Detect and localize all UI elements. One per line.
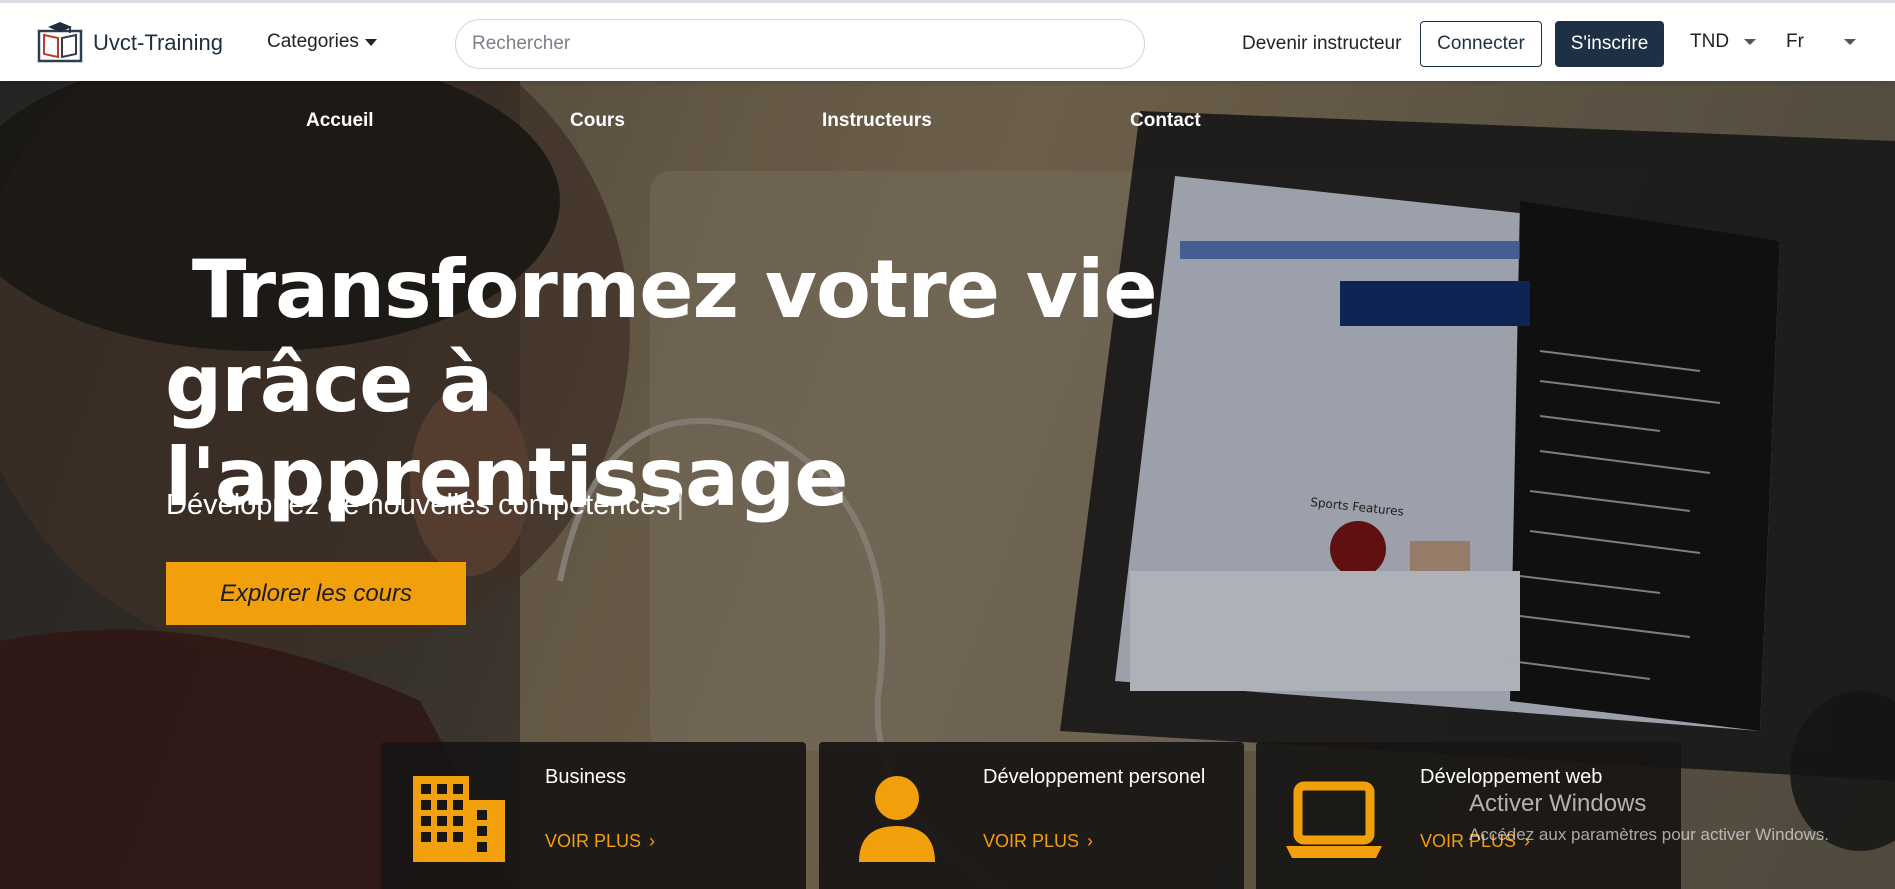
card-more-link[interactable]: VOIR PLUS › xyxy=(983,831,1093,852)
logo-icon xyxy=(37,22,83,63)
caret-down-icon xyxy=(364,38,377,46)
become-instructor-link[interactable]: Devenir instructeur xyxy=(1242,33,1401,55)
explore-courses-button[interactable]: Explorer les cours xyxy=(166,562,466,625)
person-icon xyxy=(859,776,935,862)
hero-subline: Développez de nouvelles compétences | xyxy=(166,489,684,522)
categories-dropdown[interactable]: Categories xyxy=(267,31,377,53)
currency-value: TND xyxy=(1690,31,1730,52)
nav-link-contact[interactable]: Contact xyxy=(1130,110,1201,132)
laptop-icon xyxy=(1286,781,1382,858)
currency-select[interactable]: TND xyxy=(1690,31,1757,53)
category-card-personal-development[interactable]: Développement personel VOIR PLUS › xyxy=(819,742,1244,889)
card-title: Business xyxy=(545,766,627,788)
categories-label: Categories xyxy=(267,31,359,52)
brand-logo[interactable]: Uvct-Training xyxy=(36,21,223,65)
building-icon xyxy=(413,776,505,862)
chevron-down-icon xyxy=(1843,39,1856,45)
chevron-right-icon: › xyxy=(649,831,656,851)
chevron-right-icon: › xyxy=(1087,831,1094,851)
card-link-label: VOIR PLUS xyxy=(983,831,1080,851)
card-more-link[interactable]: VOIR PLUS › xyxy=(545,831,655,852)
category-card-business[interactable]: Business VOIR PLUS › xyxy=(381,742,806,889)
card-title: Développement web xyxy=(1420,766,1603,788)
search-input[interactable] xyxy=(455,19,1145,69)
hero-headline: Transformez votre vie grâce à l'apprenti… xyxy=(165,243,1158,525)
activation-watermark-subtitle: Accédez aux paramètres pour activer Wind… xyxy=(1469,825,1829,844)
top-navbar: Uvct-Training Categories Devenir instruc… xyxy=(0,0,1895,81)
hero-subline-text: Développez de nouvelles compétences xyxy=(166,489,671,521)
hero-headline-line1: Transformez votre vie xyxy=(165,243,1158,336)
typing-cursor: | xyxy=(676,489,685,521)
login-button[interactable]: Connecter xyxy=(1420,21,1542,67)
brand-name: Uvct-Training xyxy=(93,30,223,55)
nav-link-instructeurs[interactable]: Instructeurs xyxy=(822,110,932,132)
nav-link-cours[interactable]: Cours xyxy=(570,110,625,132)
language-select[interactable]: Fr xyxy=(1786,31,1856,53)
language-value: Fr xyxy=(1786,31,1804,52)
card-link-label: VOIR PLUS xyxy=(545,831,642,851)
card-title: Développement personel xyxy=(983,766,1206,788)
signup-button[interactable]: S'inscrire xyxy=(1555,21,1664,67)
chevron-down-icon xyxy=(1744,39,1757,45)
hero-section: Sports Features Accueil Cours Instructeu… xyxy=(0,81,1895,889)
activation-watermark-title: Activer Windows xyxy=(1469,790,1647,817)
nav-link-accueil[interactable]: Accueil xyxy=(306,110,374,132)
